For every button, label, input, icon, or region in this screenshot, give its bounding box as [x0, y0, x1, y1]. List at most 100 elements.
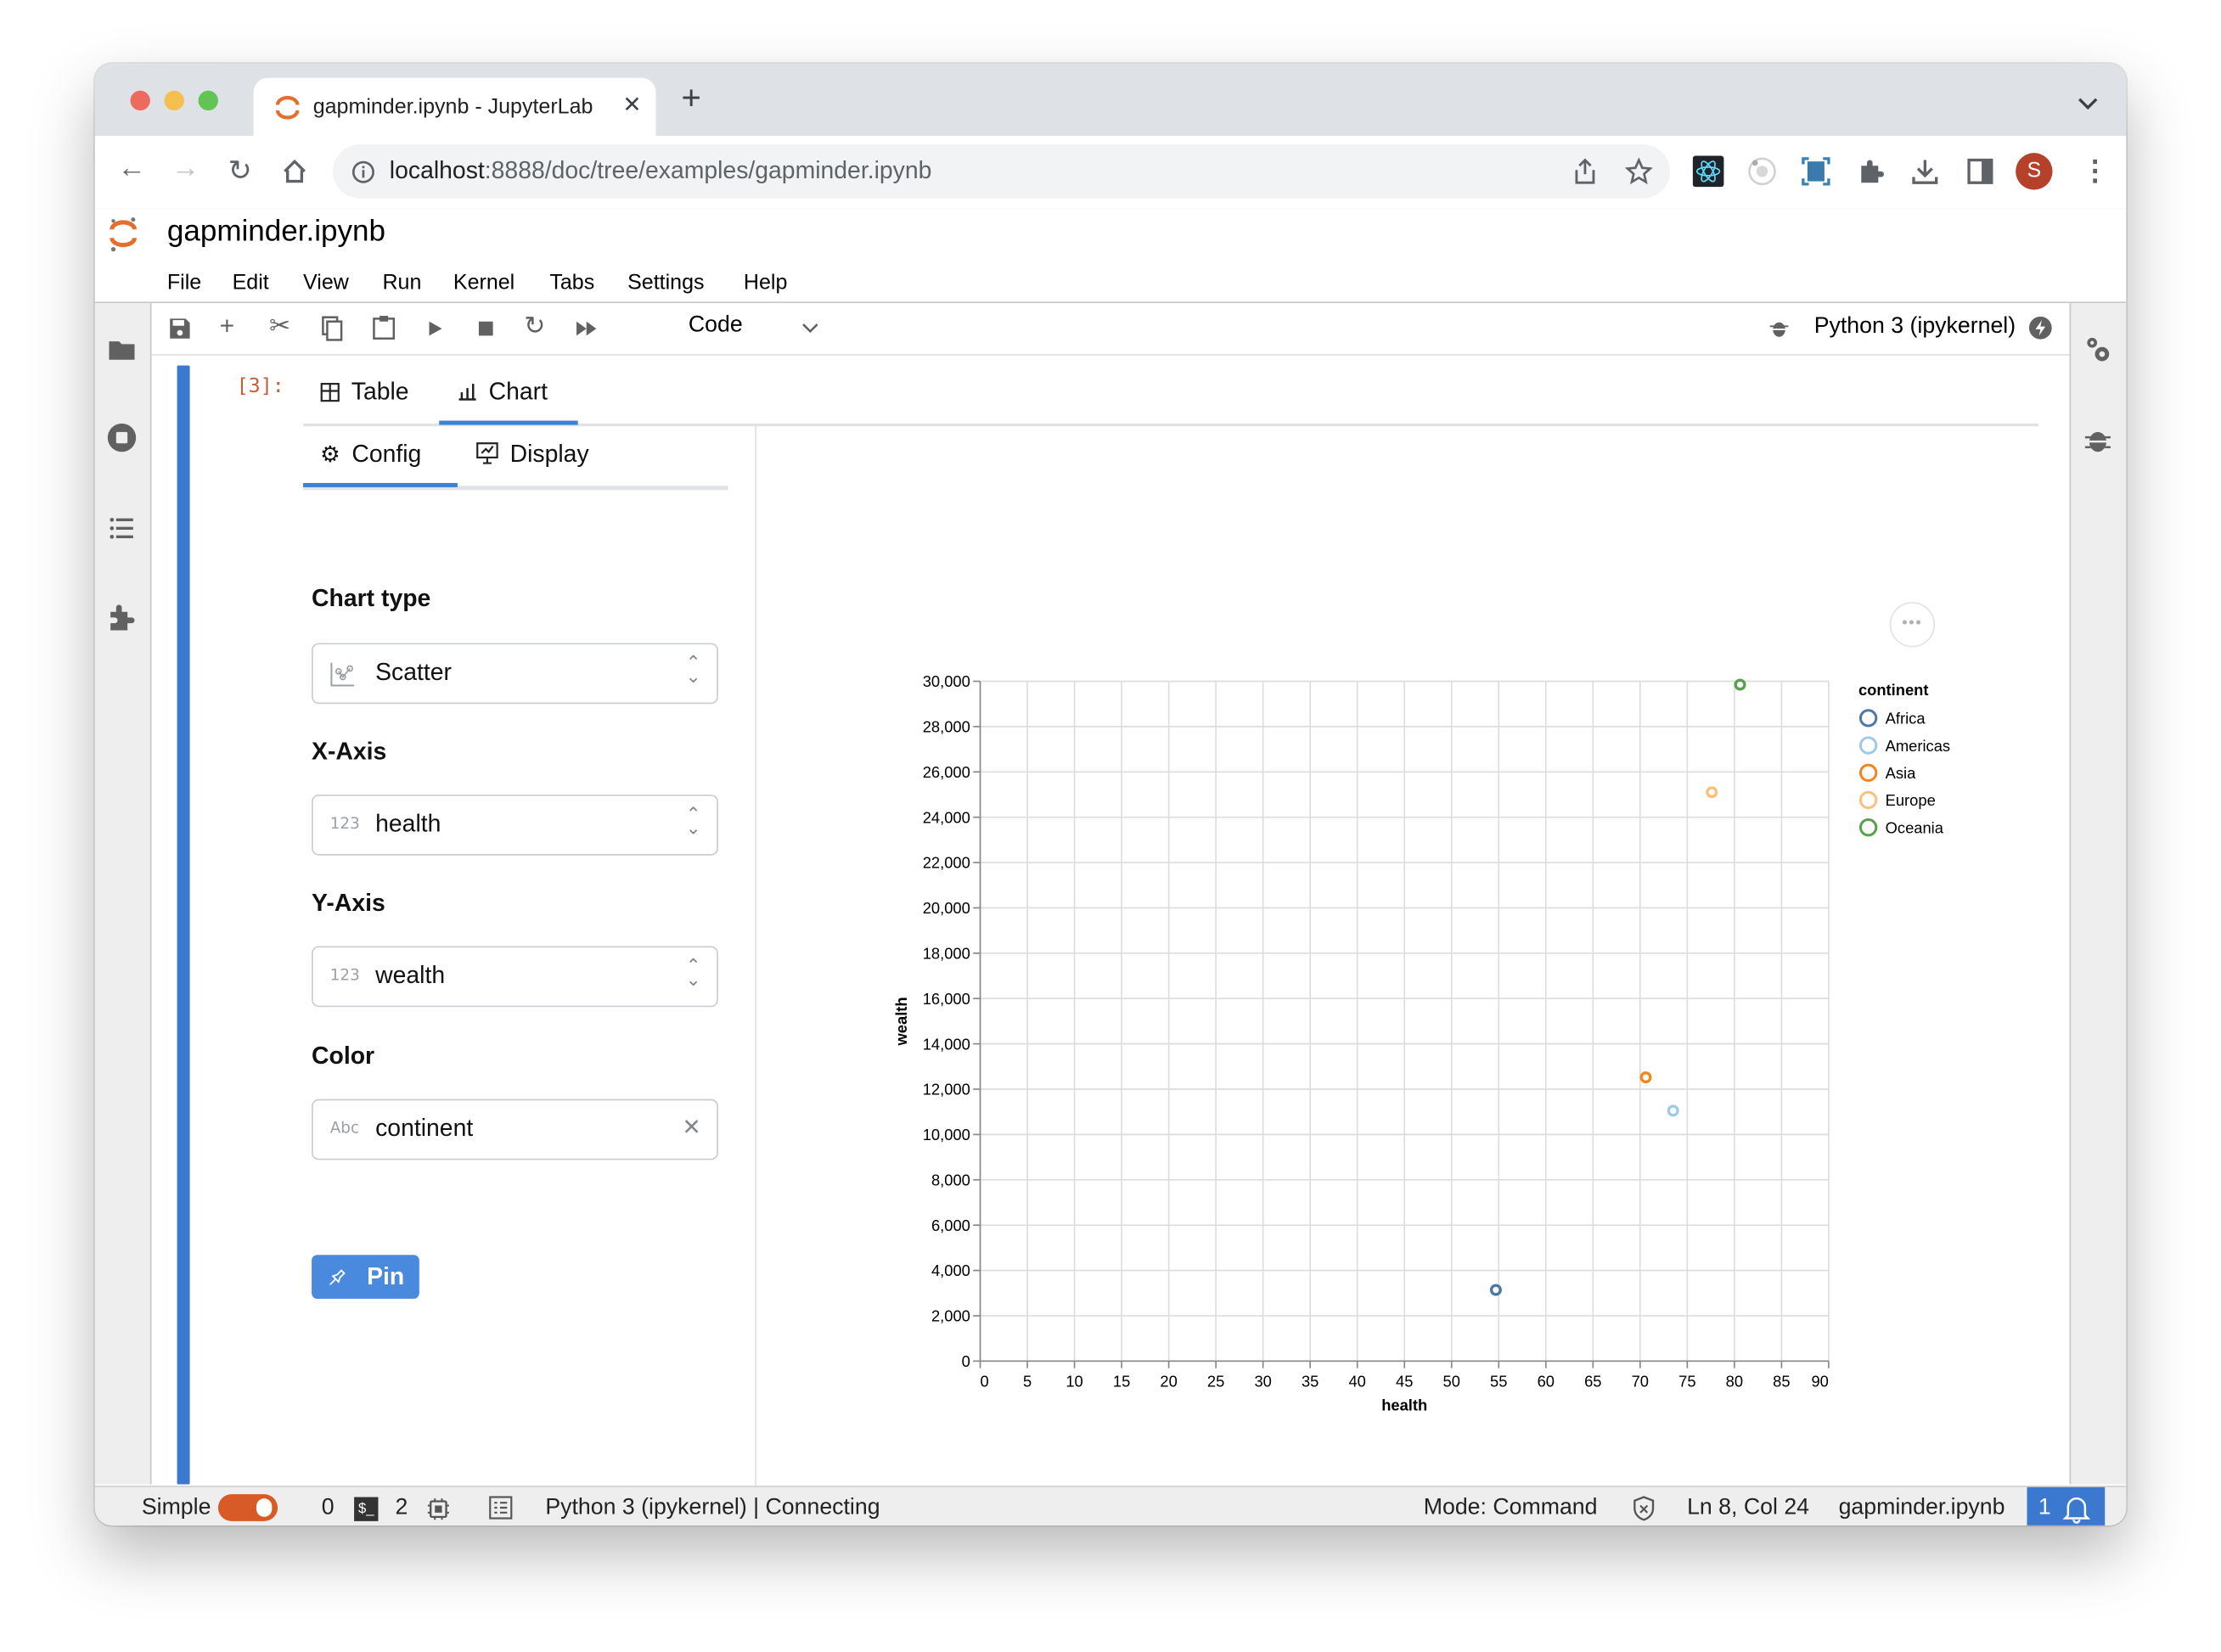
x-tick-label: 20 [1160, 1372, 1177, 1390]
tab-display[interactable]: Display [476, 441, 589, 469]
cell-type-select[interactable]: Code [689, 313, 743, 339]
toc-icon[interactable] [106, 513, 138, 544]
x-tick-label: 90 [1811, 1372, 1828, 1390]
extension-orbit-icon[interactable] [1746, 156, 1778, 188]
stop-icon[interactable] [477, 320, 494, 337]
legend-label-oceania: Oceania [1886, 818, 1944, 836]
menu-tabs[interactable]: Tabs [549, 271, 594, 295]
share-icon[interactable] [1572, 157, 1598, 185]
address-bar[interactable]: localhost:8888/doc/tree/examples/gapmind… [333, 144, 1671, 199]
x-tick-label: 35 [1302, 1372, 1319, 1390]
legend-symbol-asia [1858, 763, 1878, 782]
extension-manager-icon[interactable] [106, 602, 138, 633]
restart-icon[interactable]: ↻ [524, 312, 545, 341]
home-icon[interactable] [280, 157, 308, 185]
x-axis-label: X-Axis [312, 738, 387, 765]
kernel-name-button[interactable]: Python 3 (ipykernel) [1814, 314, 2016, 340]
minimize-window-button[interactable] [164, 90, 184, 111]
y-axis-title: wealth [892, 997, 910, 1046]
chart-actions-menu[interactable]: ••• [1889, 602, 1936, 648]
close-window-button[interactable] [130, 90, 150, 111]
browser-tab[interactable]: gapminder.ipynb - JupyterLab ✕ [253, 77, 656, 137]
notifications-button[interactable]: 1 [2027, 1486, 2106, 1526]
color-value: continent [375, 1115, 474, 1142]
simple-mode-toggle[interactable] [217, 1494, 278, 1521]
tab-table[interactable]: Table [320, 378, 409, 406]
tab-config[interactable]: ⚙ Config [320, 441, 421, 469]
menu-help[interactable]: Help [744, 271, 787, 295]
legend-label-africa: Africa [1886, 710, 1926, 728]
back-icon[interactable]: ← [117, 153, 145, 185]
color-select[interactable]: Abc continent ✕ [312, 1099, 718, 1160]
x-axis-select[interactable]: 123 health ⌃ ⌄ [312, 794, 718, 856]
trust-shield-icon[interactable] [1632, 1496, 1656, 1521]
chart-icon [458, 384, 476, 401]
toggle-knob [256, 1498, 273, 1517]
debugger-icon[interactable] [2083, 425, 2114, 457]
terminal-icon[interactable]: $_ [354, 1497, 379, 1521]
y-tick-label: 2,000 [931, 1307, 970, 1325]
react-devtools-icon[interactable] [1692, 155, 1724, 188]
pin-button[interactable]: Pin [312, 1255, 419, 1299]
new-tab-button[interactable]: + [682, 81, 701, 115]
reload-icon[interactable]: ↻ [228, 153, 252, 188]
kernel-count[interactable]: 2 [395, 1496, 408, 1521]
y-tick-label: 0 [962, 1352, 970, 1370]
menu-file[interactable]: File [167, 271, 201, 295]
x-tick-label: 15 [1113, 1372, 1130, 1390]
kernel-status-text[interactable]: Python 3 (ipykernel) | Connecting [545, 1496, 880, 1521]
cut-icon[interactable]: ✂ [269, 312, 290, 341]
data-point-oceania [1734, 678, 1746, 691]
color-label: Color [312, 1042, 375, 1070]
tab-search-icon[interactable] [2078, 98, 2098, 110]
add-cell-icon[interactable]: + [220, 312, 235, 341]
url-text[interactable]: localhost:8888/doc/tree/examples/gapmind… [390, 157, 932, 185]
menu-edit[interactable]: Edit [233, 271, 269, 295]
browser-toolbar: ← → ↻ localhost:8888/doc/tree/examples/g… [94, 136, 2127, 210]
y-axis-select[interactable]: 123 wealth ⌃ ⌄ [312, 946, 718, 1008]
side-panel-icon[interactable] [1965, 156, 1996, 188]
y-tick-label: 6,000 [931, 1217, 970, 1234]
notebook-mode: Mode: Command [1423, 1495, 1598, 1520]
property-inspector-icon[interactable] [2083, 334, 2114, 366]
bookmark-star-icon[interactable] [1624, 157, 1653, 185]
legend-label-asia: Asia [1886, 764, 1916, 782]
y-tick-label: 12,000 [923, 1081, 970, 1099]
cursor-position[interactable]: Ln 8, Col 24 [1687, 1496, 1809, 1521]
site-info-icon[interactable] [351, 160, 375, 184]
profile-avatar[interactable]: S [2016, 153, 2053, 190]
forward-icon[interactable]: → [171, 153, 200, 185]
folder-icon[interactable] [106, 334, 138, 366]
save-icon[interactable] [169, 317, 192, 340]
browser-menu-icon[interactable]: ⋮ [2081, 153, 2109, 188]
x-tick-label: 50 [1443, 1372, 1460, 1390]
extensions-puzzle-icon[interactable] [1856, 156, 1887, 188]
cell-collapser[interactable] [177, 365, 190, 1485]
run-all-icon[interactable] [575, 320, 598, 337]
x-tick-label: 75 [1678, 1372, 1695, 1390]
chart-config-panel: ⚙ Config Display Chart type Scatter ⌃ ⌄ X-… [303, 423, 756, 1486]
run-icon[interactable] [426, 320, 443, 337]
x-tick-label: 45 [1396, 1372, 1413, 1390]
maximize-window-button[interactable] [198, 90, 218, 111]
menu-run[interactable]: Run [382, 271, 421, 295]
kernel-chip-icon[interactable] [426, 1497, 450, 1520]
menu-kernel[interactable]: Kernel [453, 271, 514, 295]
copy-icon[interactable] [322, 316, 345, 341]
paste-icon[interactable] [373, 314, 396, 340]
chart-type-select[interactable]: Scatter ⌃ ⌄ [312, 643, 718, 705]
download-icon[interactable] [1909, 156, 1941, 188]
menu-view[interactable]: View [303, 271, 349, 295]
legend-symbol-oceania [1858, 818, 1878, 837]
clear-icon[interactable]: ✕ [682, 1113, 700, 1141]
log-console-icon[interactable] [489, 1496, 513, 1520]
screenshot-extension-icon[interactable] [1801, 156, 1832, 188]
running-icon[interactable] [106, 422, 138, 453]
debugger-toggle-icon[interactable] [1768, 317, 1791, 340]
tab-close-icon[interactable]: ✕ [622, 91, 641, 119]
chevron-down-icon[interactable] [801, 323, 818, 334]
menu-settings[interactable]: Settings [627, 271, 704, 295]
data-point-europe [1706, 786, 1718, 799]
tab-chart[interactable]: Chart [458, 378, 548, 406]
terminal-count[interactable]: 0 [322, 1496, 335, 1521]
